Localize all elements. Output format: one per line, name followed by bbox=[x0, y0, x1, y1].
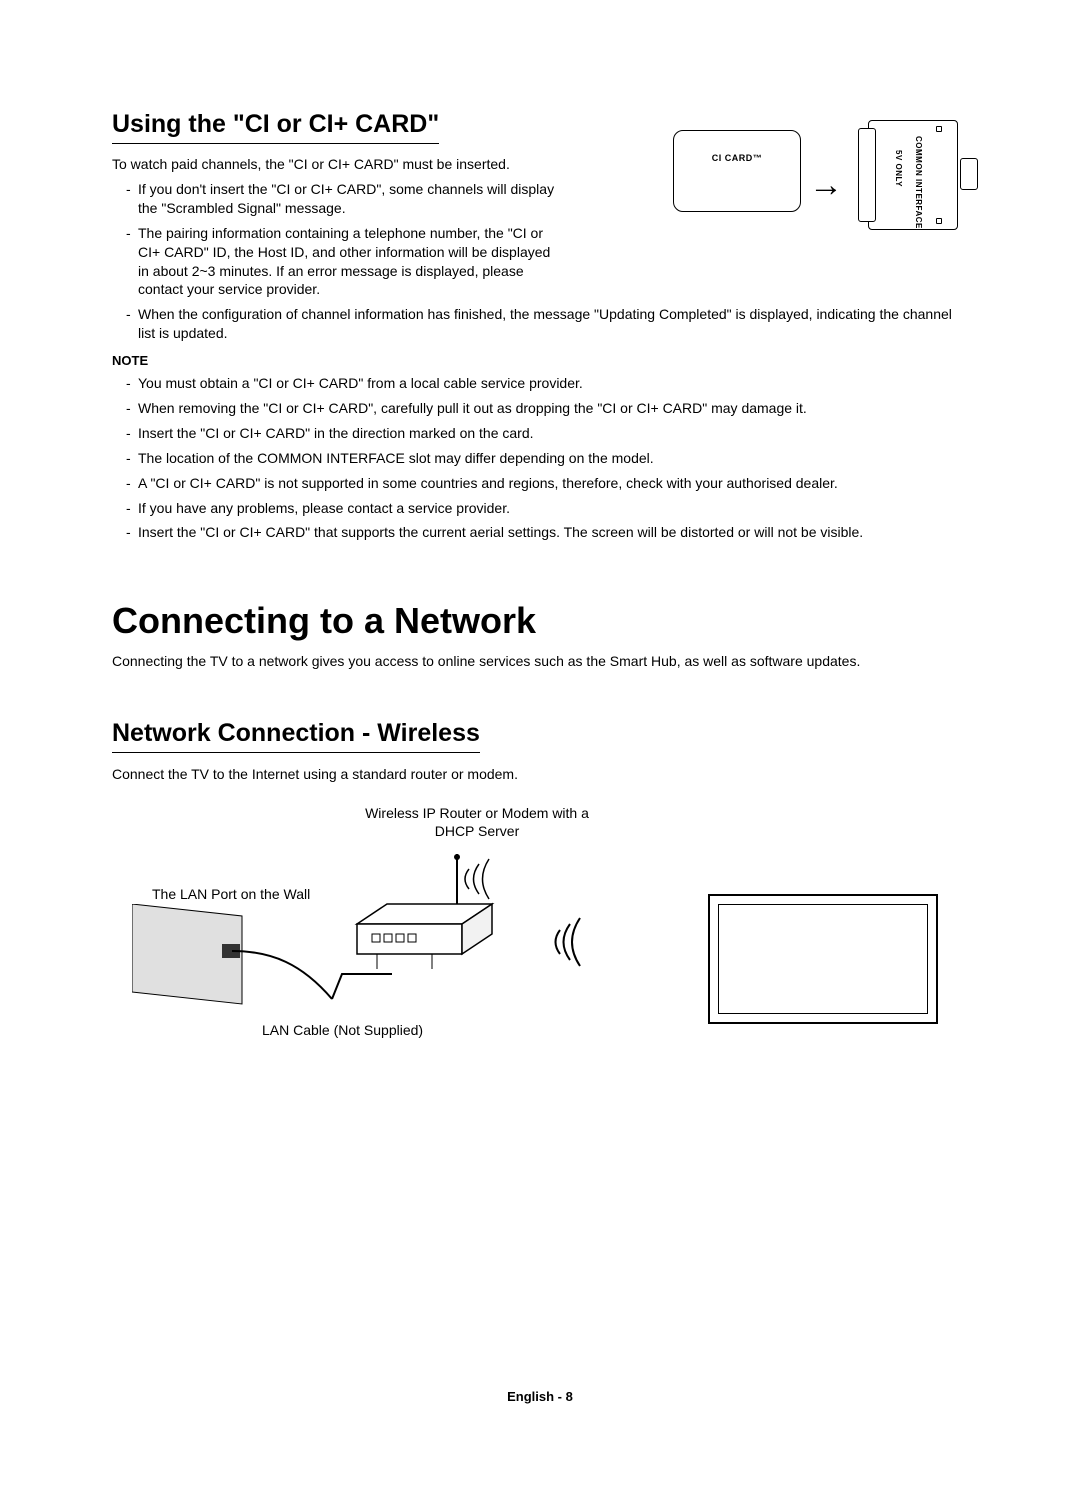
arrow-right-icon: → bbox=[809, 166, 843, 205]
intro-wireless: Connect the TV to the Internet using a s… bbox=[112, 765, 968, 784]
heading-connecting-network: Connecting to a Network bbox=[112, 600, 968, 642]
intro-connecting-network: Connecting the TV to a network gives you… bbox=[112, 652, 968, 671]
wifi-signal-in-icon bbox=[542, 914, 586, 980]
slot-label-ci: COMMON INTERFACE bbox=[914, 136, 923, 229]
router-caption: Wireless IP Router or Modem with a DHCP … bbox=[347, 804, 607, 840]
note-label: NOTE bbox=[112, 353, 968, 368]
ci-card-illustration: CI CARD™ bbox=[673, 130, 801, 212]
page-footer: English - 8 bbox=[0, 1389, 1080, 1404]
bullets-top: If you don't insert the "CI or CI+ CARD"… bbox=[112, 180, 557, 299]
bullet-item: Insert the "CI or CI+ CARD" that support… bbox=[126, 523, 968, 542]
bullet-item: The location of the COMMON INTERFACE slo… bbox=[126, 449, 968, 468]
bullets-wide: When the configuration of channel inform… bbox=[112, 305, 968, 343]
section-ci-card: Using the "CI or CI+ CARD" To watch paid… bbox=[112, 110, 968, 542]
note-bullets: You must obtain a "CI or CI+ CARD" from … bbox=[112, 374, 968, 542]
intro-ci-card: To watch paid channels, the "CI or CI+ C… bbox=[112, 156, 542, 172]
ci-slot-illustration: 5V ONLY COMMON INTERFACE bbox=[858, 120, 968, 230]
bullet-item: Insert the "CI or CI+ CARD" in the direc… bbox=[126, 424, 968, 443]
lan-cable-caption: LAN Cable (Not Supplied) bbox=[262, 1022, 423, 1038]
wifi-signal-out-icon bbox=[454, 854, 494, 914]
ci-card-figure: CI CARD™ → 5V ONLY COMMON INTERFACE bbox=[673, 118, 968, 238]
bullet-item: You must obtain a "CI or CI+ CARD" from … bbox=[126, 374, 968, 393]
bullet-item: A "CI or CI+ CARD" is not supported in s… bbox=[126, 474, 968, 493]
bullet-item: If you have any problems, please contact… bbox=[126, 499, 968, 518]
bullet-item: When the configuration of channel inform… bbox=[126, 305, 968, 343]
lan-port-caption: The LAN Port on the Wall bbox=[152, 886, 310, 902]
bullet-item: If you don't insert the "CI or CI+ CARD"… bbox=[126, 180, 557, 218]
bullet-item: When removing the "CI or CI+ CARD", care… bbox=[126, 399, 968, 418]
heading-wireless: Network Connection - Wireless bbox=[112, 719, 480, 753]
heading-ci-card: Using the "CI or CI+ CARD" bbox=[112, 110, 439, 144]
ci-card-label: CI CARD™ bbox=[712, 153, 763, 163]
network-diagram: Wireless IP Router or Modem with a DHCP … bbox=[112, 804, 968, 1064]
bullet-item: The pairing information containing a tel… bbox=[126, 224, 557, 300]
tv-illustration bbox=[708, 894, 938, 1024]
slot-label-5v: 5V ONLY bbox=[894, 150, 903, 187]
